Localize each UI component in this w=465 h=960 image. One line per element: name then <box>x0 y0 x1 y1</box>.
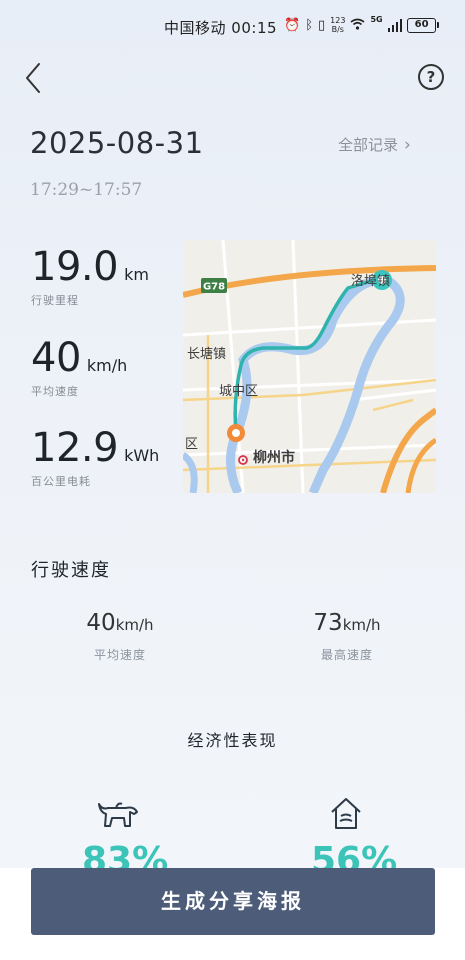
help-button[interactable]: ? <box>418 64 444 90</box>
energy-value: 12.9 <box>31 425 119 471</box>
question-icon: ? <box>426 68 436 86</box>
highway-label: G78 <box>203 282 225 293</box>
energy-unit: kWh <box>124 446 160 465</box>
bluetooth-icon: ᛒ <box>305 17 313 33</box>
avg-speed-value: 40 <box>31 335 81 381</box>
speed-max-label: 最高速度 <box>320 648 373 662</box>
economy-title: 经济性表现 <box>187 731 278 750</box>
status-carrier-time: 中国移动 00:15 <box>164 17 277 38</box>
town-left-label: 长塘镇 <box>187 346 226 362</box>
battery-level: 60 <box>414 18 429 30</box>
back-button[interactable] <box>20 60 50 96</box>
carrier-name: 中国移动 <box>164 19 227 37</box>
alarm-icon: ⏰ <box>284 17 301 33</box>
energy-label: 百公里电耗 <box>31 475 91 488</box>
network-type: 5G <box>370 15 383 24</box>
city-label: 柳州市 <box>253 449 295 466</box>
distance-label: 行驶里程 <box>31 294 79 307</box>
start-marker-dot <box>232 429 240 437</box>
speed-max: 73km/h 最高速度 <box>277 610 417 663</box>
bull-icon <box>96 798 140 836</box>
net-speed-unit: B/s <box>331 25 344 34</box>
generate-share-poster-button[interactable]: 生成分享海报 <box>31 868 435 935</box>
distance-value: 19.0 <box>31 244 119 290</box>
wifi-icon <box>350 18 365 33</box>
distance-unit: km <box>124 265 149 284</box>
avg-speed-label: 平均速度 <box>31 385 79 398</box>
stat-avg-speed: 40 km/h 平均速度 <box>31 335 127 399</box>
town-top-label: 洛埠镇 <box>351 274 390 289</box>
route-map-canvas: G78 洛埠镇 长塘镇 城中区 区 柳州市 <box>183 240 436 493</box>
city-marker-dot <box>241 458 245 462</box>
speed-max-value: 73 <box>313 610 343 636</box>
district-label: 城中区 <box>219 384 258 399</box>
status-bar: 中国移动 00:15 ⏰ ᛒ ▯ 123 B/s 5G 60 <box>0 0 465 54</box>
speed-avg: 40km/h 平均速度 <box>50 610 190 663</box>
clock: 00:15 <box>231 19 278 37</box>
speed-max-unit: km/h <box>342 616 381 634</box>
speed-avg-label: 平均速度 <box>93 648 146 662</box>
status-icons: ⏰ ᛒ ▯ 123 B/s 5G 60 <box>284 15 440 34</box>
signal-icon <box>387 18 403 32</box>
vibrate-icon: ▯ <box>318 17 326 33</box>
speed-avg-value: 40 <box>86 610 116 636</box>
battery-icon: 60 <box>407 17 440 33</box>
route-map[interactable]: G78 洛埠镇 长塘镇 城中区 区 柳州市 <box>183 240 436 493</box>
house-wind-icon <box>329 796 363 836</box>
stat-energy: 12.9 kWh 百公里电耗 <box>31 425 159 489</box>
speed-avg-unit: km/h <box>115 616 154 634</box>
all-records-label: 全部记录 <box>338 136 399 154</box>
chevron-right-icon: › <box>404 134 411 155</box>
district-edge-label: 区 <box>185 437 198 452</box>
stat-distance: 19.0 km 行驶里程 <box>31 244 149 308</box>
all-records-link[interactable]: 全部记录 › <box>338 134 411 155</box>
trip-time-range: 17:29~17:57 <box>30 180 143 200</box>
trip-date: 2025-08-31 <box>30 126 204 160</box>
chevron-left-icon <box>26 63 40 93</box>
driving-speed-title: 行驶速度 <box>31 560 111 581</box>
avg-speed-unit: km/h <box>86 356 128 375</box>
net-speed-value: 123 <box>330 16 346 25</box>
net-speed: 123 B/s <box>330 16 345 34</box>
